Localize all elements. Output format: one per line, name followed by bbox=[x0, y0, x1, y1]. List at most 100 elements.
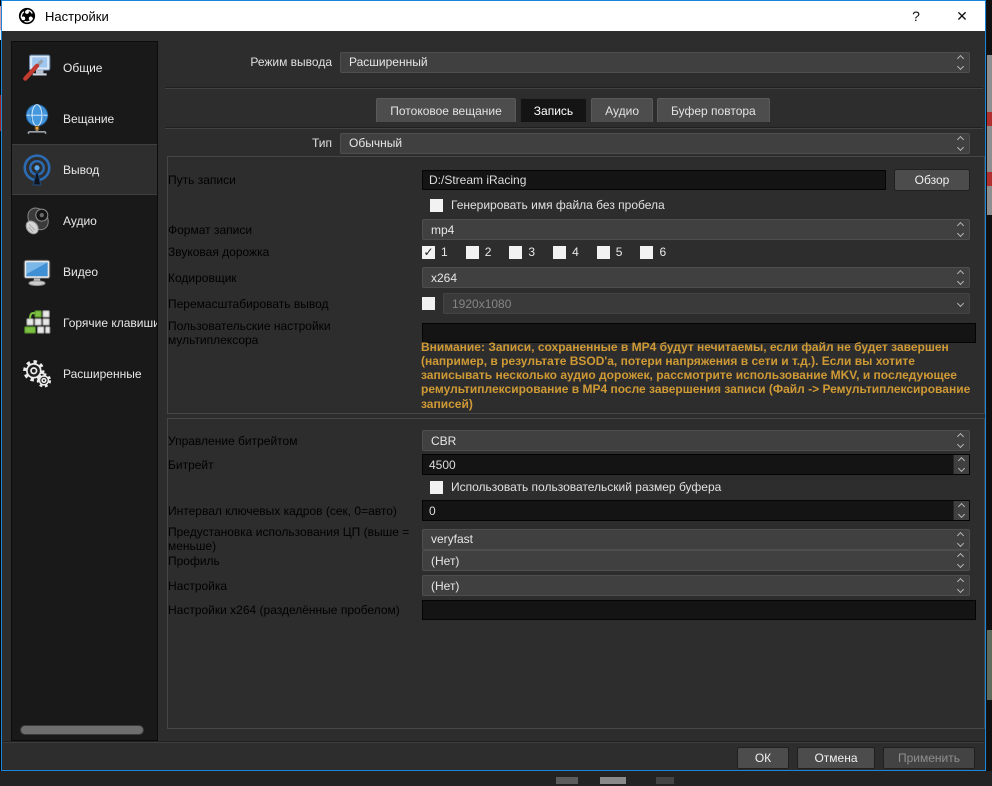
settings-dialog: Настройки ? ✕ Общие Вещание Вывод Аудио … bbox=[1, 0, 986, 771]
preset-value: veryfast bbox=[431, 532, 474, 546]
encoder-select[interactable]: x264 bbox=[422, 267, 970, 288]
titlebar: Настройки ? ✕ bbox=[2, 1, 985, 31]
track-label: 4 bbox=[572, 245, 579, 259]
keyint-row: Интервал ключевых кадров (сек, 0=авто) bbox=[168, 500, 984, 521]
track-checkbox-3[interactable] bbox=[509, 245, 523, 259]
recording-path-row: Путь записи Обзор bbox=[168, 169, 984, 191]
sidebar-item-label: Расширенные bbox=[63, 366, 142, 381]
chevron-up-icon bbox=[956, 54, 965, 62]
spinner-icon bbox=[952, 220, 969, 239]
bitrate-value-field[interactable] bbox=[423, 455, 953, 474]
chevron-down-icon bbox=[957, 510, 966, 519]
no-space-label: Генерировать имя файла без пробела bbox=[451, 198, 665, 212]
sidebar-item-label: Вещание bbox=[63, 111, 115, 126]
tab-label: Аудио bbox=[605, 103, 640, 118]
format-select[interactable]: mp4 bbox=[422, 219, 970, 240]
spinner-icon bbox=[952, 268, 969, 287]
track-checkbox-6[interactable] bbox=[640, 245, 654, 259]
tune-select[interactable]: (Нет) bbox=[422, 575, 970, 596]
spinner-icon bbox=[952, 134, 969, 153]
profile-value: (Нет) bbox=[431, 553, 460, 568]
sidebar-item-hotkeys[interactable]: Горячие клавиши bbox=[12, 297, 157, 348]
window-title: Настройки bbox=[45, 8, 109, 24]
encoder-label: Кодировщик bbox=[168, 270, 237, 285]
sidebar-item-advanced[interactable]: Расширенные bbox=[12, 348, 157, 399]
sidebar-item-output[interactable]: Вывод bbox=[12, 144, 157, 195]
cancel-button[interactable]: Отмена bbox=[797, 747, 875, 769]
sidebar-item-label: Общие bbox=[63, 60, 103, 75]
keyint-value-field[interactable] bbox=[423, 501, 953, 520]
recording-path-input[interactable] bbox=[422, 170, 886, 190]
chevron-down-icon bbox=[956, 277, 965, 286]
track-checkbox-2[interactable] bbox=[465, 245, 479, 259]
tab-label: Потоковое вещание bbox=[390, 103, 502, 118]
chevron-down-icon bbox=[957, 464, 966, 473]
rescale-row: Перемасштабировать вывод 1920x1080 bbox=[168, 293, 984, 314]
ok-button[interactable]: ОК bbox=[737, 747, 789, 769]
sidebar-item-audio[interactable]: Аудио bbox=[12, 195, 157, 246]
video-icon bbox=[21, 256, 53, 288]
output-icon bbox=[21, 153, 53, 186]
rate-control-row: Управление битрейтом CBR bbox=[168, 430, 984, 451]
format-label: Формат записи bbox=[168, 222, 253, 237]
output-mode-select[interactable]: Расширенный bbox=[340, 51, 970, 73]
track-checkbox-1[interactable] bbox=[422, 245, 435, 259]
output-mode-value: Расширенный bbox=[349, 55, 428, 69]
profile-label: Профиль bbox=[168, 553, 220, 568]
output-mode-label: Режим вывода bbox=[250, 55, 332, 69]
spinner-icon bbox=[952, 551, 969, 570]
rescale-select[interactable]: 1920x1080 bbox=[443, 293, 970, 314]
audio-icon bbox=[21, 205, 53, 237]
rescale-checkbox[interactable] bbox=[422, 297, 435, 310]
custom-buffer-checkbox[interactable] bbox=[430, 480, 443, 494]
x264opts-label: Настройки x264 (разделённые пробелом) bbox=[168, 603, 400, 617]
preset-select[interactable]: veryfast bbox=[422, 528, 970, 550]
chevron-up-icon bbox=[957, 502, 966, 511]
type-row: Тип Обычный bbox=[162, 132, 984, 154]
spinner-icon bbox=[953, 455, 969, 474]
tab-audio[interactable]: Аудио bbox=[591, 98, 654, 122]
general-icon bbox=[21, 52, 53, 84]
chevron-up-icon bbox=[956, 432, 965, 441]
browse-button[interactable]: Обзор bbox=[894, 169, 970, 191]
preset-row: Предустановка использования ЦП (выше = м… bbox=[168, 525, 984, 553]
spinner-icon bbox=[952, 576, 969, 595]
chevron-up-icon bbox=[956, 531, 965, 539]
chevron-up-icon bbox=[956, 577, 965, 586]
tune-row: Настройка (Нет) bbox=[168, 575, 984, 596]
track-label: 5 bbox=[615, 245, 623, 259]
track-checkbox-4[interactable] bbox=[553, 245, 567, 259]
sidebar-item-label: Вывод bbox=[63, 162, 100, 177]
x264opts-input[interactable] bbox=[422, 600, 976, 620]
spinner-icon bbox=[952, 530, 969, 549]
rate-control-label: Управление битрейтом bbox=[168, 433, 298, 448]
tab-replay-buffer[interactable]: Буфер повтора bbox=[657, 98, 770, 122]
bitrate-input[interactable] bbox=[422, 454, 970, 475]
sidebar-item-label: Аудио bbox=[63, 213, 97, 228]
chevron-up-icon bbox=[956, 221, 965, 230]
rate-control-select[interactable]: CBR bbox=[422, 430, 970, 451]
no-space-checkbox[interactable] bbox=[430, 198, 443, 212]
custom-buffer-row: Использовать пользовательский размер буф… bbox=[168, 480, 984, 494]
keyint-input[interactable] bbox=[422, 500, 970, 521]
apply-button[interactable]: Применить bbox=[883, 747, 975, 769]
track-label: 2 bbox=[484, 245, 492, 259]
help-button[interactable]: ? bbox=[893, 1, 939, 31]
sidebar-item-stream[interactable]: Вещание bbox=[12, 93, 157, 144]
chevron-up-icon bbox=[956, 269, 965, 278]
format-row: Формат записи mp4 bbox=[168, 219, 984, 240]
track-checkbox-5[interactable] bbox=[596, 245, 610, 259]
close-button[interactable]: ✕ bbox=[939, 1, 985, 31]
profile-select[interactable]: (Нет) bbox=[422, 550, 970, 571]
track-label: 6 bbox=[659, 245, 667, 259]
sidebar-item-video[interactable]: Видео bbox=[12, 246, 157, 297]
track-label: 1 bbox=[441, 245, 448, 259]
sidebar-scrollbar[interactable] bbox=[20, 725, 144, 735]
sidebar-item-general[interactable]: Общие bbox=[12, 42, 157, 93]
type-select[interactable]: Обычный bbox=[340, 132, 970, 154]
preset-label: Предустановка использования ЦП (выше = м… bbox=[168, 525, 410, 553]
track-label: 3 bbox=[528, 245, 536, 259]
tab-recording[interactable]: Запись bbox=[519, 98, 588, 122]
tab-streaming[interactable]: Потоковое вещание bbox=[376, 98, 516, 122]
rate-control-value: CBR bbox=[431, 433, 457, 448]
